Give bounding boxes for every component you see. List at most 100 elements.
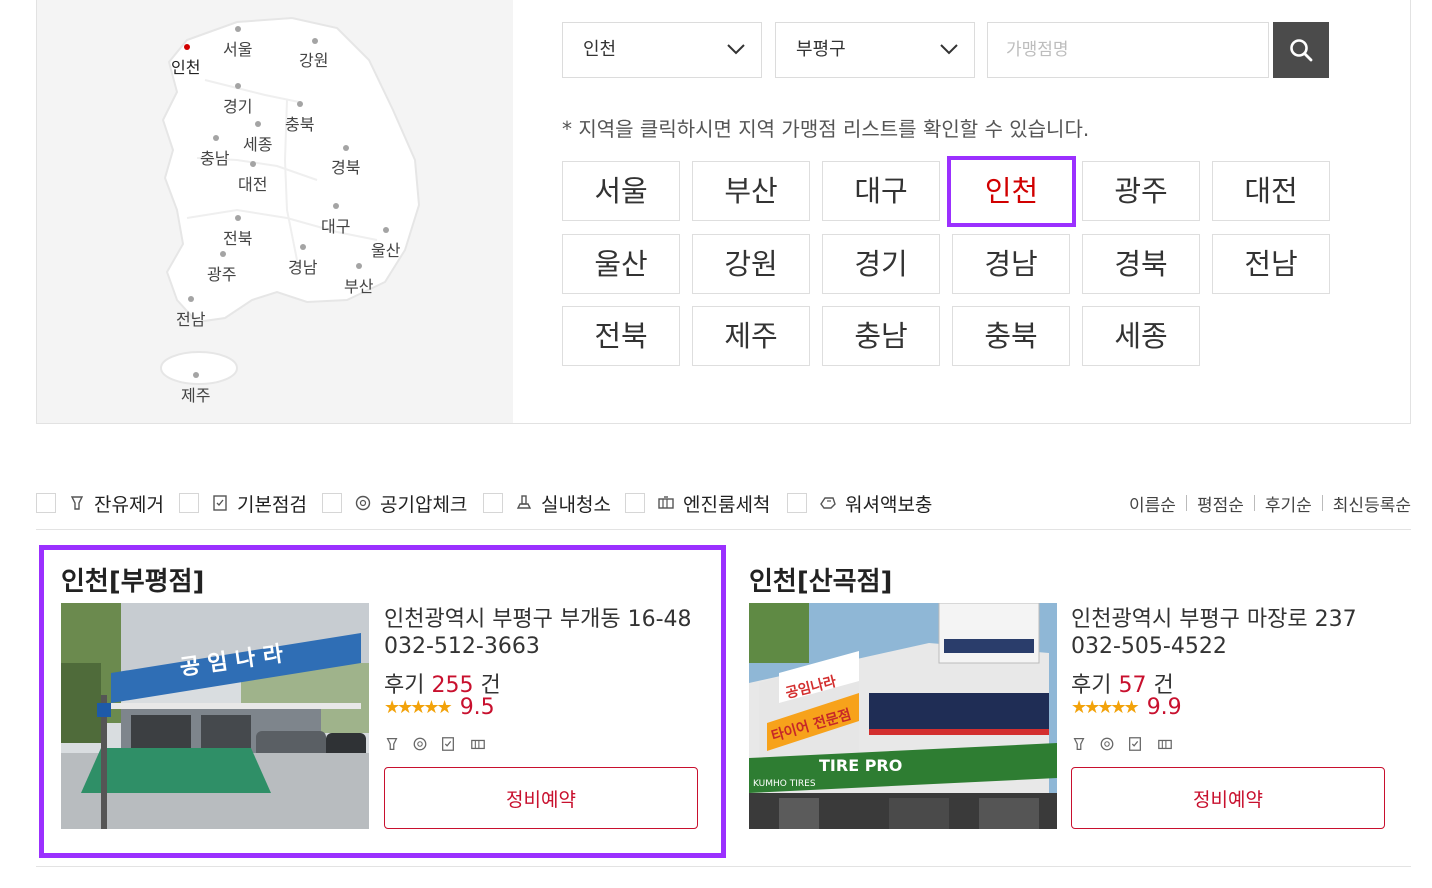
search-button[interactable]: [1273, 22, 1329, 78]
shop-title[interactable]: 인천[부평점]: [61, 561, 204, 598]
store-name-input[interactable]: [987, 22, 1269, 78]
gauge-icon: [413, 737, 427, 751]
checklist-icon: [1129, 737, 1141, 751]
region-button-incheon[interactable]: 인천: [947, 156, 1076, 227]
map-label-seoul[interactable]: 서울: [223, 36, 252, 60]
map-label-chungbuk[interactable]: 충북: [285, 111, 314, 135]
map-label-incheon[interactable]: 인천: [171, 54, 200, 78]
region-button-jeju[interactable]: 제주: [692, 306, 810, 366]
map-label-jeju[interactable]: 제주: [181, 382, 210, 406]
filter-oil-removal[interactable]: 잔유제거: [36, 486, 164, 520]
gauge-icon: [1100, 737, 1114, 751]
map-label-ulsan[interactable]: 울산: [371, 237, 400, 261]
filter-interior-cleaning[interactable]: 실내청소: [483, 486, 611, 520]
oil-drop-icon: [1073, 738, 1085, 750]
star-rating-icon: ★★★★★: [384, 697, 453, 718]
checkbox[interactable]: [625, 493, 645, 513]
shop-storefront-image: 공임나라 타이어 전문점 TIRE PRO KUMHO TIRES: [749, 603, 1057, 829]
checklist-icon: [442, 737, 454, 751]
map-label-daegu[interactable]: 대구: [321, 213, 350, 237]
korea-map-shape: [160, 16, 421, 385]
map-dot-sejong: [255, 121, 261, 127]
shop-rating: ★★★★★ 9.9: [1071, 695, 1182, 720]
region-button-gyeongnam[interactable]: 경남: [952, 234, 1070, 294]
region-button-gyeongbuk[interactable]: 경북: [1082, 234, 1200, 294]
region-button-jeonnam[interactable]: 전남: [1212, 234, 1330, 294]
shop-photo[interactable]: 공 임 나 라: [61, 603, 369, 829]
map-label-gyeonggi[interactable]: 경기: [223, 93, 252, 117]
map-dot-busan: [356, 263, 362, 269]
checkbox[interactable]: [322, 493, 342, 513]
region-button-gyeonggi[interactable]: 경기: [822, 234, 940, 294]
sort-by-rating[interactable]: 평점순: [1197, 491, 1244, 516]
filter-label: 엔진룸세척: [683, 493, 771, 516]
gauge-icon: [355, 495, 371, 511]
sort-separator: [1185, 495, 1187, 511]
checkbox[interactable]: [483, 493, 503, 513]
map-label-jeonbuk[interactable]: 전북: [223, 225, 252, 249]
region-button-gwangju[interactable]: 광주: [1082, 161, 1200, 221]
rating-score: 9.9: [1146, 695, 1182, 720]
region-notice: * 지역을 클릭하시면 지역 가맹점 리스트를 확인할 수 있습니다.: [562, 117, 1090, 141]
filter-engine-wash[interactable]: 엔진룸세척: [625, 486, 770, 520]
region-button-gangwon[interactable]: 강원: [692, 234, 810, 294]
region-button-daejeon[interactable]: 대전: [1212, 161, 1330, 221]
map-label-gangwon[interactable]: 강원: [299, 47, 328, 71]
reserve-button[interactable]: 정비예약: [384, 767, 698, 829]
region-button-seoul[interactable]: 서울: [562, 161, 680, 221]
region-button-ulsan[interactable]: 울산: [562, 234, 680, 294]
filter-tire-pressure[interactable]: 공기압체크: [322, 486, 467, 520]
shop-phone: 032-512-3663: [384, 634, 540, 659]
shop-service-icons: [384, 736, 488, 752]
region-button-daegu[interactable]: 대구: [822, 161, 940, 221]
shop-rating: ★★★★★ 9.5: [384, 695, 495, 720]
shop-service-icons: [1071, 736, 1175, 752]
checkbox[interactable]: [36, 493, 56, 513]
rating-score: 9.5: [459, 695, 495, 720]
korea-region-map[interactable]: 인천 서울 강원 경기 충북 세종 충남 경북 대전 대구 전북 울산 광주 경…: [37, 0, 513, 423]
map-label-daejeon[interactable]: 대전: [238, 171, 267, 195]
region-button-chungbuk[interactable]: 충북: [952, 306, 1070, 366]
region-button-sejong[interactable]: 세종: [1082, 306, 1200, 366]
map-label-gwangju[interactable]: 광주: [207, 261, 236, 285]
checkbox[interactable]: [787, 493, 807, 513]
sort-by-reviews[interactable]: 후기순: [1265, 491, 1312, 516]
map-label-gyeongnam[interactable]: 경남: [288, 254, 317, 278]
sort-by-name[interactable]: 이름순: [1129, 491, 1176, 516]
region-button-busan[interactable]: 부산: [692, 161, 810, 221]
map-label-chungnam[interactable]: 충남: [200, 145, 229, 169]
map-label-gyeongbuk[interactable]: 경북: [331, 154, 360, 178]
shop-title[interactable]: 인천[산곡점]: [749, 561, 892, 598]
shop-address: 인천광역시 부평구 마장로 237: [1071, 607, 1357, 632]
city-select[interactable]: 인천: [562, 22, 762, 78]
checklist-icon: [213, 495, 227, 511]
map-dot-gyeongnam: [300, 244, 306, 250]
map-label-busan[interactable]: 부산: [344, 273, 373, 297]
service-filter-bar: 잔유제거 기본점검 공기압체크 실내청소 엔진룸세척 워셔액보충 이름순 평점순…: [36, 486, 1411, 520]
map-dot-gyeongbuk: [343, 145, 349, 151]
washer-icon: [820, 497, 836, 509]
shop-photo[interactable]: 공임나라 타이어 전문점 TIRE PRO KUMHO TIRES: [749, 603, 1057, 829]
map-label-jeonnam[interactable]: 전남: [176, 306, 205, 330]
photo-sign-text-4: KUMHO TIRES: [753, 779, 816, 789]
reserve-button[interactable]: 정비예약: [1071, 767, 1385, 829]
sort-by-newest[interactable]: 최신등록순: [1333, 491, 1411, 516]
region-button-jeonbuk[interactable]: 전북: [562, 306, 680, 366]
map-label-sejong[interactable]: 세종: [243, 131, 272, 155]
shop-card-sangok[interactable]: 인천[산곡점] 공임나라 타이어 전문점 TIRE PRO KUMHO TIRE…: [727, 545, 1411, 858]
region-button-chungnam[interactable]: 충남: [822, 306, 940, 366]
map-dot-seoul: [235, 26, 241, 32]
map-dot-jeju: [193, 372, 199, 378]
engine-icon: [658, 496, 674, 509]
map-dot-chungnam: [213, 135, 219, 141]
filter-washer-refill[interactable]: 워셔액보충: [787, 486, 932, 520]
map-dot-incheon: [184, 44, 190, 50]
chevron-down-icon: [727, 44, 745, 55]
checkbox[interactable]: [179, 493, 199, 513]
district-select[interactable]: 부평구: [775, 22, 975, 78]
filter-basic-check[interactable]: 기본점검: [179, 486, 307, 520]
filter-label: 잔유제거: [94, 493, 164, 516]
sort-options: 이름순 평점순 후기순 최신등록순: [1129, 486, 1411, 520]
map-dot-gangwon: [312, 38, 318, 44]
shop-card-bupyeong[interactable]: 인천[부평점] 공 임 나 라 인천광역시 부평구 부개동 16-48 032-…: [39, 545, 726, 858]
